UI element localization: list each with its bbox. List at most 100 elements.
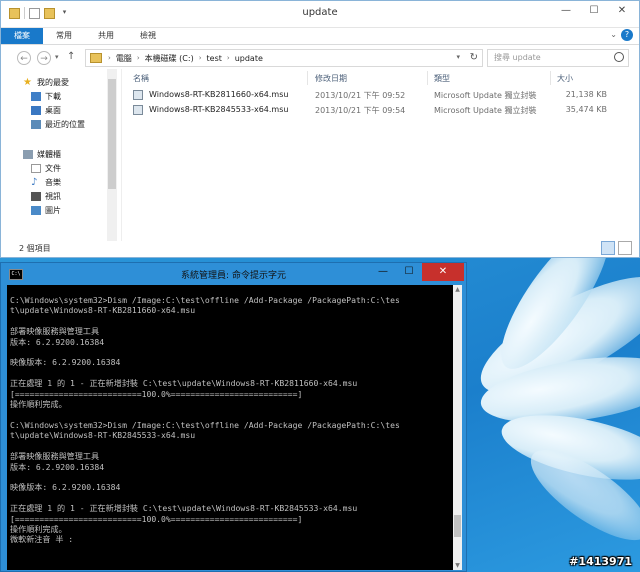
breadcrumb-computer[interactable]: 電腦 — [113, 53, 135, 64]
nav-favorites[interactable]: ★ 我的最愛 — [23, 77, 69, 88]
nav-item-desktop[interactable]: 桌面 — [31, 105, 61, 116]
column-divider[interactable] — [307, 71, 308, 85]
nav-libraries-label: 媒體櫃 — [37, 150, 61, 159]
up-button[interactable]: ↑ — [67, 51, 75, 62]
explorer-main: ★ 我的最愛 下載 桌面 最近的位置 媒體櫃 文件 ♪ 音樂 視訊 圖片 名稱 … — [1, 69, 639, 241]
scrollbar-thumb[interactable] — [108, 79, 116, 189]
close-button[interactable]: ✕ — [422, 263, 464, 281]
file-size: 21,138 KB — [565, 90, 607, 99]
item-count: 2 個項目 — [19, 244, 51, 253]
column-type[interactable]: 類型 — [434, 73, 450, 84]
nav-item-recent[interactable]: 最近的位置 — [31, 119, 85, 130]
chevron-right-icon[interactable]: › — [225, 54, 232, 62]
breadcrumb-test[interactable]: test — [204, 54, 225, 63]
cmd-titlebar: C:\ 系統管理員: 命令提示字元 — ☐ ✕ — [1, 263, 466, 285]
scroll-up-icon[interactable]: ▲ — [453, 285, 462, 294]
music-icon: ♪ — [31, 177, 38, 188]
console-output[interactable]: C:\Windows\system32>Dism /Image:C:\test\… — [7, 285, 453, 570]
nav-item-label: 視訊 — [45, 192, 61, 201]
file-row[interactable]: Windows8-RT-KB2811660-x64.msu 2013/10/21… — [129, 89, 619, 102]
console-scrollbar[interactable]: ▲ ▼ — [453, 285, 462, 570]
chevron-right-icon[interactable]: › — [106, 54, 113, 62]
nav-item-music[interactable]: ♪ 音樂 — [31, 177, 61, 188]
help-icon[interactable]: ? — [621, 29, 633, 41]
nav-item-videos[interactable]: 視訊 — [31, 191, 61, 202]
nav-item-label: 音樂 — [45, 178, 61, 187]
file-date: 2013/10/21 下午 09:54 — [315, 106, 406, 115]
search-placeholder: 搜尋 update — [494, 53, 541, 62]
back-button[interactable]: ← — [17, 51, 31, 65]
status-bar: 2 個項目 — [1, 241, 639, 257]
folder-icon — [90, 53, 102, 63]
breadcrumb-update[interactable]: update — [232, 54, 266, 63]
tab-share[interactable]: 共用 — [85, 28, 127, 44]
tab-home[interactable]: 常用 — [43, 28, 85, 44]
search-input[interactable]: 搜尋 update — [487, 49, 629, 67]
file-explorer-window: ▾ update — ☐ ✕ 檔案 常用 共用 檢視 ⌄ ? ← → ▾ ↑ ›… — [0, 0, 640, 258]
nav-favorites-label: 我的最愛 — [37, 78, 69, 87]
search-icon[interactable] — [614, 52, 624, 62]
column-name[interactable]: 名稱 — [133, 73, 149, 84]
nav-scrollbar[interactable] — [107, 69, 117, 241]
nav-item-label: 最近的位置 — [45, 120, 85, 129]
column-size[interactable]: 大小 — [557, 73, 573, 84]
explorer-titlebar: ▾ update — ☐ ✕ — [1, 1, 639, 28]
refresh-icon[interactable]: ↻ — [470, 52, 478, 63]
recent-locations-icon[interactable]: ▾ — [55, 53, 59, 61]
file-type: Microsoft Update 獨立封裝 — [434, 91, 537, 100]
breadcrumb-drive-c[interactable]: 本機磁碟 (C:) — [142, 53, 197, 64]
address-dropdown-icon[interactable]: ▾ — [456, 53, 460, 61]
nav-item-label: 文件 — [45, 164, 61, 173]
large-icons-view-button[interactable] — [618, 241, 632, 255]
watermark: #1413971 — [569, 555, 632, 568]
tab-view[interactable]: 檢視 — [127, 28, 169, 44]
nav-item-downloads[interactable]: 下載 — [31, 91, 61, 102]
command-prompt-window: C:\ 系統管理員: 命令提示字元 — ☐ ✕ C:\Windows\syste… — [0, 262, 467, 572]
cmd-window-controls: — ☐ ✕ — [370, 263, 464, 281]
close-button[interactable]: ✕ — [609, 3, 635, 19]
download-icon — [31, 92, 41, 101]
window-controls: — ☐ ✕ — [553, 3, 635, 19]
navigation-pane: ★ 我的最愛 下載 桌面 最近的位置 媒體櫃 文件 ♪ 音樂 視訊 圖片 — [1, 69, 122, 241]
documents-icon — [31, 164, 41, 173]
msu-file-icon — [133, 105, 143, 115]
column-divider[interactable] — [550, 71, 551, 85]
nav-libraries[interactable]: 媒體櫃 — [23, 149, 61, 160]
chevron-right-icon[interactable]: › — [197, 54, 204, 62]
file-size: 35,474 KB — [565, 105, 607, 114]
nav-item-label: 圖片 — [45, 206, 61, 215]
recent-places-icon — [31, 120, 41, 129]
msu-file-icon — [133, 90, 143, 100]
scrollbar-thumb[interactable] — [454, 515, 461, 537]
maximize-button[interactable]: ☐ — [396, 263, 422, 281]
file-type: Microsoft Update 獨立封裝 — [434, 106, 537, 115]
file-name: Windows8-RT-KB2845533-x64.msu — [149, 105, 289, 114]
pictures-icon — [31, 206, 41, 215]
nav-item-label: 桌面 — [45, 106, 61, 115]
library-icon — [23, 150, 33, 159]
column-date[interactable]: 修改日期 — [315, 73, 347, 84]
address-bar[interactable]: › 電腦 › 本機磁碟 (C:) › test › update ▾ ↻ — [85, 49, 483, 67]
nav-item-documents[interactable]: 文件 — [31, 163, 61, 174]
scroll-down-icon[interactable]: ▼ — [453, 561, 462, 570]
window-title: update — [302, 7, 338, 18]
console-text: C:\Windows\system32>Dism /Image:C:\test\… — [10, 295, 400, 545]
file-list: 名稱 修改日期 類型 大小 Windows8-RT-KB2811660-x64.… — [125, 69, 639, 241]
tab-file[interactable]: 檔案 — [1, 28, 43, 44]
nav-item-pictures[interactable]: 圖片 — [31, 205, 61, 216]
nav-item-label: 下載 — [45, 92, 61, 101]
file-date: 2013/10/21 下午 09:52 — [315, 91, 406, 100]
video-icon — [31, 192, 41, 201]
desktop-icon — [31, 106, 41, 115]
details-view-button[interactable] — [601, 241, 615, 255]
maximize-button[interactable]: ☐ — [581, 3, 607, 19]
file-row[interactable]: Windows8-RT-KB2845533-x64.msu 2013/10/21… — [129, 104, 619, 117]
forward-button[interactable]: → — [37, 51, 51, 65]
expand-ribbon-icon[interactable]: ⌄ — [610, 30, 617, 39]
file-name: Windows8-RT-KB2811660-x64.msu — [149, 90, 289, 99]
minimize-button[interactable]: — — [553, 3, 579, 19]
chevron-right-icon[interactable]: › — [135, 54, 142, 62]
minimize-button[interactable]: — — [370, 263, 396, 281]
star-icon: ★ — [23, 77, 32, 88]
column-divider[interactable] — [427, 71, 428, 85]
